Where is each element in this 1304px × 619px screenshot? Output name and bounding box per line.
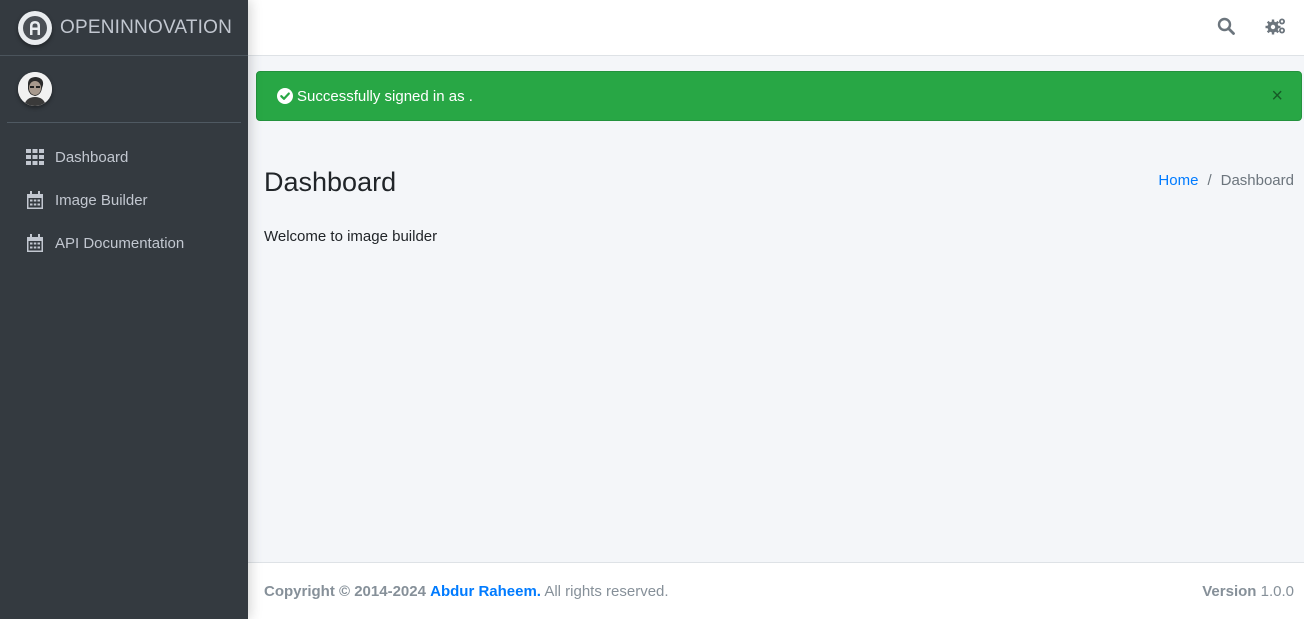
- breadcrumb: Home / Dashboard: [1158, 172, 1294, 189]
- brand-name: OPENINNOVATION: [60, 16, 233, 38]
- sidebar-item-label: Image Builder: [55, 191, 148, 209]
- check-circle-icon: [277, 88, 293, 104]
- grid-icon: [26, 148, 44, 166]
- search-icon: [1217, 17, 1235, 40]
- footer: Copyright © 2014-2024 Abdur Raheem. All …: [248, 562, 1304, 619]
- main-sidebar: OPENINNOVATION Dashboard Image Builder A…: [0, 0, 248, 619]
- copyright-prefix: Copyright © 2014-2024: [264, 583, 426, 600]
- breadcrumb-separator: /: [1207, 172, 1212, 189]
- sidebar-nav: Dashboard Image Builder API Documentatio…: [0, 137, 248, 263]
- sidebar-item-label: API Documentation: [55, 234, 185, 252]
- version-value: 1.0.0: [1260, 583, 1294, 600]
- breadcrumb-current: Dashboard: [1220, 172, 1294, 189]
- search-button[interactable]: [1212, 14, 1240, 42]
- sidebar-item-api-documentation[interactable]: API Documentation: [8, 223, 240, 263]
- sidebar-item-image-builder[interactable]: Image Builder: [8, 180, 240, 220]
- alert-message: Successfully signed in as .: [297, 87, 473, 105]
- brand-link[interactable]: OPENINNOVATION: [0, 0, 248, 56]
- gears-icon: [1265, 17, 1287, 40]
- version-label: Version: [1202, 583, 1257, 600]
- breadcrumb-home-link[interactable]: Home: [1158, 172, 1198, 189]
- brand-logo-icon: [18, 10, 52, 45]
- success-alert: Successfully signed in as . ×: [256, 71, 1302, 121]
- sidebar-item-dashboard[interactable]: Dashboard: [8, 137, 240, 177]
- top-navbar: [248, 0, 1304, 56]
- page-title: Dashboard: [264, 167, 397, 197]
- sidebar-item-label: Dashboard: [55, 148, 129, 166]
- close-icon[interactable]: ×: [1271, 86, 1283, 106]
- footer-copyright: Copyright © 2014-2024 Abdur Raheem. All …: [264, 583, 669, 600]
- footer-version: Version 1.0.0: [1202, 583, 1294, 600]
- user-panel: [7, 56, 241, 123]
- settings-button[interactable]: [1262, 14, 1290, 42]
- calendar-icon: [26, 234, 44, 252]
- user-avatar[interactable]: [18, 72, 52, 106]
- rights-text: All rights reserved.: [544, 583, 669, 600]
- welcome-text: Welcome to image builder: [264, 228, 438, 245]
- calendar-icon: [26, 191, 44, 209]
- author-link[interactable]: Abdur Raheem.: [430, 583, 541, 600]
